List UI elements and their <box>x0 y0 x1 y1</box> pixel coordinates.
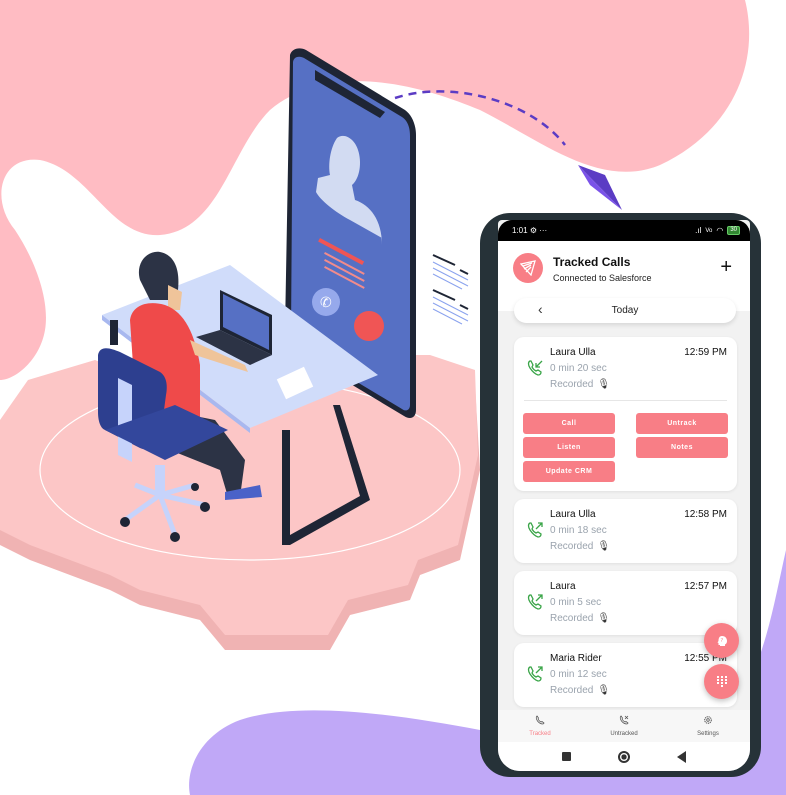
call-duration: 0 min 18 sec <box>550 525 607 536</box>
signal-icon: .ıl <box>695 226 702 235</box>
status-notification-icons: ⚙ ··· <box>529 226 548 235</box>
nav-settings-label: Settings <box>697 731 719 737</box>
recording-status: Recorded 🎙 <box>550 379 610 390</box>
call-duration: 0 min 20 sec <box>550 363 607 374</box>
page-title: Tracked Calls <box>553 255 631 269</box>
call-time: 12:59 PM <box>684 347 727 358</box>
recording-label: Recorded <box>550 541 594 552</box>
dialpad-fab-button[interactable] <box>704 664 739 699</box>
call-time: 12:58 PM <box>684 509 727 520</box>
nav-untracked[interactable]: Untracked <box>589 710 659 742</box>
paper-plane-icon <box>578 165 622 210</box>
call-card[interactable]: Laura Ulla 12:58 PM 0 min 18 sec Recorde… <box>514 499 737 563</box>
caller-name: Maria Rider <box>550 653 602 664</box>
recording-status: Recorded 🎙 <box>550 613 610 624</box>
status-time: 1:01 <box>512 226 528 235</box>
recording-label: Recorded <box>550 379 594 390</box>
phone-untracked-icon <box>619 715 629 725</box>
outgoing-call-icon <box>527 666 543 682</box>
add-button[interactable]: + <box>720 257 732 277</box>
paper-plane-logo-icon <box>520 260 536 276</box>
app-logo-icon <box>513 253 543 283</box>
outgoing-call-icon <box>527 522 543 538</box>
system-navigation-bar <box>498 742 750 771</box>
battery-icon: 30 <box>727 226 740 235</box>
dialpad-icon <box>716 675 727 687</box>
nav-tracked[interactable]: Tracked <box>505 710 575 742</box>
notes-button[interactable]: Notes <box>636 437 728 458</box>
recording-status: Recorded 🎙 <box>550 541 610 552</box>
microphone-icon: 🎙 <box>597 685 611 696</box>
microphone-icon: 🎙 <box>597 613 611 624</box>
status-right-icons: .ıl Vo ◠ 30 <box>695 226 740 235</box>
call-card[interactable]: Maria Rider 12:55 PM 0 min 12 sec Record… <box>514 643 737 707</box>
nav-untracked-label: Untracked <box>610 731 638 737</box>
update-crm-button[interactable]: Update CRM <box>523 461 615 482</box>
incoming-call-icon <box>527 360 543 376</box>
call-card[interactable]: Laura 12:57 PM 0 min 5 sec Recorded 🎙 <box>514 571 737 635</box>
help-head-icon: ? <box>717 635 727 646</box>
svg-text:✆: ✆ <box>320 295 332 311</box>
home-button[interactable] <box>617 750 630 763</box>
connection-status: Connected to Salesforce <box>553 273 652 283</box>
wifi-icon: ◠ <box>716 226 724 235</box>
text-lines-decor <box>432 254 469 325</box>
call-duration: 0 min 5 sec <box>550 597 602 608</box>
status-bar: 1:01 ⚙ ··· .ıl Vo ◠ 30 <box>498 220 750 241</box>
call-duration: 0 min 12 sec <box>550 669 607 680</box>
recording-status: Recorded 🎙 <box>550 685 610 696</box>
listen-button[interactable]: Listen <box>523 437 615 458</box>
recording-label: Recorded <box>550 613 594 624</box>
volte-icon: Vo <box>705 227 713 234</box>
back-button[interactable] <box>677 750 687 763</box>
call-card[interactable]: Laura Ulla 12:59 PM 0 min 20 sec Recorde… <box>514 337 737 491</box>
recording-label: Recorded <box>550 685 594 696</box>
outgoing-call-icon <box>527 594 543 610</box>
phone-icon <box>535 715 545 725</box>
date-label: Today <box>611 305 639 316</box>
call-time: 12:57 PM <box>684 581 727 592</box>
nav-settings[interactable]: Settings <box>673 710 743 742</box>
bottom-navigation: Tracked Untracked Settings <box>498 710 750 742</box>
gear-icon <box>704 716 712 724</box>
nav-tracked-label: Tracked <box>529 731 551 737</box>
microphone-icon: 🎙 <box>597 541 611 552</box>
caller-name: Laura <box>550 581 576 592</box>
previous-day-button[interactable]: ‹ <box>538 301 543 317</box>
help-fab-button[interactable]: ? <box>704 623 739 658</box>
untrack-button[interactable]: Untrack <box>636 413 728 434</box>
call-button[interactable]: Call <box>523 413 615 434</box>
card-divider <box>524 400 727 401</box>
caller-name: Laura Ulla <box>550 347 596 358</box>
phone-screen: 1:01 ⚙ ··· .ıl Vo ◠ 30 Tracked Calls Con… <box>498 220 750 771</box>
caller-name: Laura Ulla <box>550 509 596 520</box>
recents-button[interactable] <box>561 752 571 761</box>
microphone-icon: 🎙 <box>597 379 611 390</box>
date-navigator: ‹ Today <box>514 298 736 323</box>
status-time-group: 1:01 ⚙ ··· <box>512 226 547 235</box>
svg-text:?: ? <box>720 638 723 644</box>
